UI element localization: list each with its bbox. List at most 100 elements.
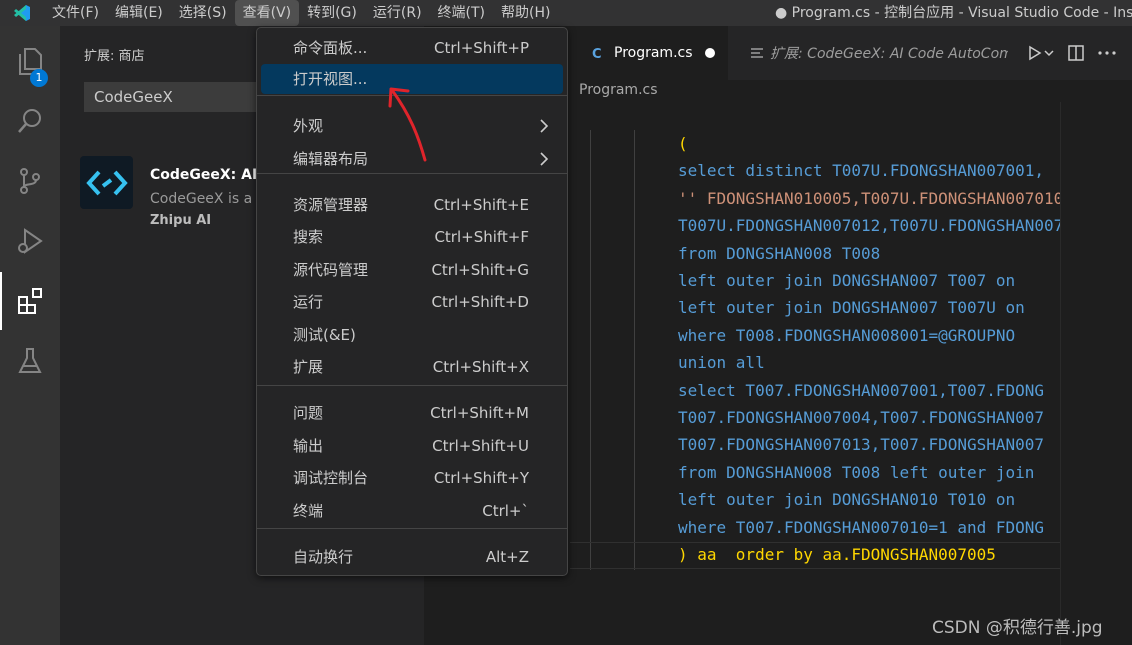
menu-2[interactable]: 选择(S) xyxy=(171,0,235,26)
view-menu-item-shortcut: Ctrl+Shift+G xyxy=(431,261,529,279)
view-menu-item-label: 输出 xyxy=(293,437,324,455)
svg-text:C: C xyxy=(592,47,602,60)
menu-separator xyxy=(257,95,567,96)
activity-bar: 1 xyxy=(0,26,60,645)
search-icon[interactable] xyxy=(0,92,60,150)
modified-dot-icon[interactable] xyxy=(704,48,715,58)
tab-extension-codegeex[interactable]: 扩展: CodeGeeX: AI Code AutoComplete xyxy=(730,26,1008,80)
view-menu-item-shortcut: Ctrl+Shift+E xyxy=(433,196,529,214)
view-menu-item-shortcut: Ctrl+Shift+Y xyxy=(433,469,529,487)
view-menu-item[interactable]: 编辑器布局 xyxy=(261,144,563,174)
view-menu-item-label: 自动换行 xyxy=(293,548,354,566)
view-menu-item-label: 搜索 xyxy=(293,228,324,246)
view-menu-item-label: 问题 xyxy=(293,404,324,422)
extension-name[interactable]: CodeGeeX: AI xyxy=(150,167,257,183)
run-debug-icon[interactable] xyxy=(0,212,60,270)
code-editor[interactable]: ( select distinct T007U.FDONGSHAN007001, '… xyxy=(570,102,1073,645)
view-menu-item-label: 调试控制台 xyxy=(293,469,369,487)
code-line: '' FDONGSHAN010005,T007U.FDONGSHAN007010… xyxy=(678,188,1073,208)
view-menu-item[interactable]: 输出 Ctrl+Shift+U xyxy=(261,431,563,461)
testing-icon[interactable] xyxy=(0,332,60,390)
code-line: ) aa order by aa.FDONGSHAN007005 xyxy=(678,545,996,564)
menu-6[interactable]: 终端(T) xyxy=(430,0,493,26)
extension-publisher: Zhipu AI xyxy=(150,213,212,228)
view-menu-item[interactable]: 搜索 Ctrl+Shift+F xyxy=(261,222,563,252)
source-control-icon[interactable] xyxy=(0,152,60,210)
code-line: from DONGSHAN008 T008 left outer join xyxy=(678,462,1035,482)
view-menu-item[interactable]: 源代码管理 Ctrl+Shift+G xyxy=(261,255,563,285)
run-icon[interactable] xyxy=(1028,45,1054,61)
files-icon[interactable]: 1 xyxy=(0,32,60,90)
view-menu-item-shortcut: Ctrl+Shift+P xyxy=(434,39,529,57)
csharp-file-icon: C xyxy=(592,46,606,60)
view-menu-item-shortcut: Ctrl+` xyxy=(482,502,529,520)
extension-search-input[interactable]: CodeGeeX xyxy=(84,82,284,112)
view-menu-item-shortcut: Ctrl+Shift+X xyxy=(432,358,529,376)
code-line: where T008.FDONGSHAN008001=@GROUPNO xyxy=(678,325,1016,345)
preview-icon xyxy=(750,46,764,60)
window-title: ● Program.cs - 控制台应用 - Visual Studio Cod… xyxy=(775,5,1132,21)
menu-3[interactable]: 查看(V) xyxy=(234,0,300,26)
indent-guide xyxy=(634,130,635,570)
code-line: T007U.FDONGSHAN007012,T007U.FDONGSHAN007 xyxy=(678,216,1064,236)
view-menu-item[interactable]: 扩展 Ctrl+Shift+X xyxy=(261,352,563,382)
menu-7[interactable]: 帮助(H) xyxy=(493,0,558,26)
vscode-logo-icon[interactable] xyxy=(0,0,44,26)
more-icon[interactable] xyxy=(1098,51,1116,55)
tab-program-cs[interactable]: C Program.cs xyxy=(570,26,728,80)
extension-description: CodeGeeX is a xyxy=(150,191,253,207)
view-menu-item[interactable]: 测试(&E) xyxy=(261,320,563,350)
view-menu-item[interactable]: 自动换行 Alt+Z xyxy=(261,542,563,572)
explorer-badge: 1 xyxy=(30,69,48,87)
view-menu-dropdown: 命令面板... Ctrl+Shift+P 打开视图... 外观编辑器布局资源管理器 Ct… xyxy=(256,27,568,576)
menu-5[interactable]: 运行(R) xyxy=(365,0,430,26)
view-menu-item[interactable]: 问题 Ctrl+Shift+M xyxy=(261,398,563,428)
view-menu-item-shortcut: Ctrl+Shift+D xyxy=(431,293,529,311)
view-menu-item[interactable]: 外观 xyxy=(261,111,563,141)
view-menu-item[interactable]: 调试控制台 Ctrl+Shift+Y xyxy=(261,463,563,493)
menu-separator xyxy=(257,385,567,386)
view-menu-item[interactable]: 运行 Ctrl+Shift+D xyxy=(261,287,563,317)
breadcrumb[interactable]: Program.cs xyxy=(579,80,658,100)
title-bar: 文件(F) 编辑(E) 选择(S) 查看(V) 转到(G) 运行(R) 终端(T) 帮助(H)… xyxy=(0,0,1132,26)
view-menu-item-shortcut: Ctrl+Shift+U xyxy=(432,437,529,455)
code-line: union all xyxy=(678,353,765,373)
code-line: select T007.FDONGSHAN007001,T007.FDONG xyxy=(678,380,1045,400)
code-line: where T007.FDONGSHAN007010=1 and FDONG xyxy=(678,517,1045,537)
code-line: ( xyxy=(678,134,688,153)
code-line: from DONGSHAN008 T008 xyxy=(678,243,881,263)
chevron-right-icon xyxy=(539,118,549,138)
watermark: CSDN @积德行善.jpg xyxy=(932,618,1103,638)
menu-1[interactable]: 编辑(E) xyxy=(107,0,171,26)
chevron-right-icon xyxy=(539,151,549,171)
view-menu-item-label: 外观 xyxy=(293,117,324,135)
view-menu-item[interactable]: 终端 Ctrl+` xyxy=(261,496,563,526)
menu-separator xyxy=(257,173,567,174)
editor-actions xyxy=(1028,26,1132,80)
view-menu-item-label: 终端 xyxy=(293,502,324,520)
code-line: left outer join DONGSHAN010 T010 on xyxy=(678,490,1016,510)
menu-4[interactable]: 转到(G) xyxy=(299,0,365,26)
minimap[interactable] xyxy=(1060,102,1132,645)
tab-label: 扩展: CodeGeeX: AI Code AutoComplete xyxy=(770,46,1008,62)
view-menu-item-label: 源代码管理 xyxy=(293,261,369,279)
view-menu-item-shortcut: Ctrl+Shift+M xyxy=(430,404,529,422)
view-menu-item-label: 测试(&E) xyxy=(293,326,356,344)
codegeex-logo-icon xyxy=(80,156,133,209)
indent-guide xyxy=(590,130,591,570)
code-line: T007.FDONGSHAN007004,T007.FDONGSHAN007 xyxy=(678,408,1045,427)
view-menu-item[interactable]: 打开视图... xyxy=(261,64,563,94)
view-menu-item-label: 扩展 xyxy=(293,358,324,376)
split-editor-icon[interactable] xyxy=(1068,45,1084,61)
view-menu-item[interactable]: 资源管理器 Ctrl+Shift+E xyxy=(261,190,563,220)
editor-tabs: C Program.cs 扩展: CodeGeeX: AI Code AutoC… xyxy=(570,26,1132,80)
extensions-icon[interactable] xyxy=(0,272,60,330)
view-menu-item-label: 运行 xyxy=(293,293,324,311)
view-menu-item-label: 打开视图... xyxy=(293,70,368,88)
code-line: select distinct T007U.FDONGSHAN007001, xyxy=(678,161,1045,181)
view-menu-item[interactable]: 命令面板... Ctrl+Shift+P xyxy=(261,33,563,63)
tab-label: Program.cs xyxy=(614,45,693,61)
menu-0[interactable]: 文件(F) xyxy=(44,0,107,26)
view-menu-item-label: 资源管理器 xyxy=(293,196,369,214)
code-line: left outer join DONGSHAN007 T007U on xyxy=(678,298,1025,318)
